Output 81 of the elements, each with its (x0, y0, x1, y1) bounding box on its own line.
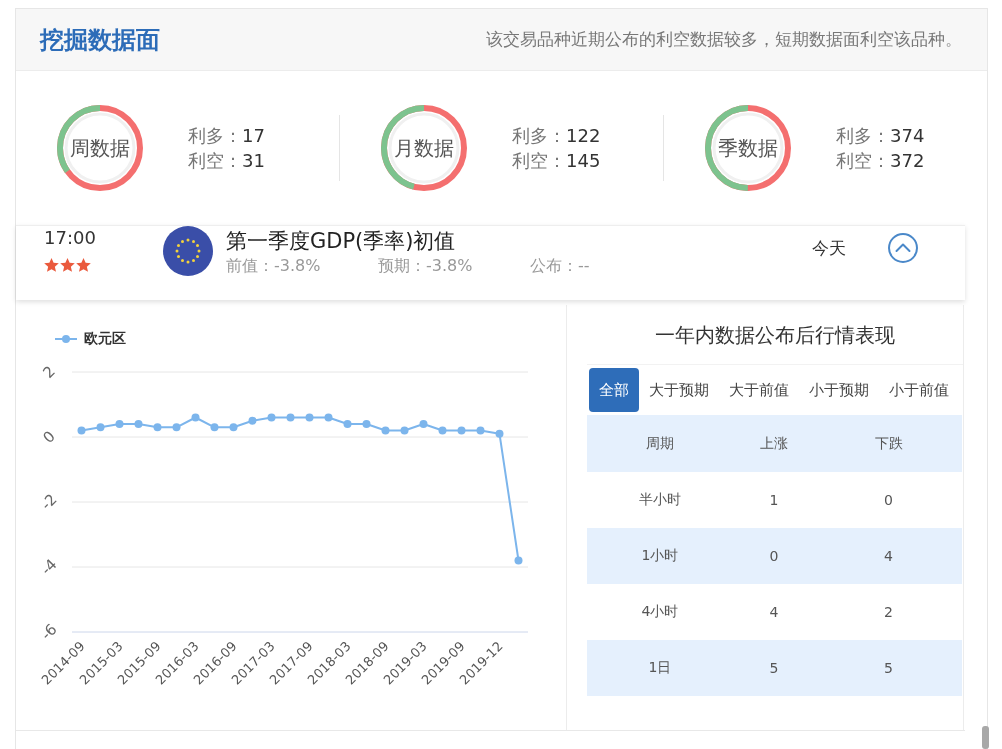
data-point (172, 423, 181, 432)
table-cell: 4 (884, 548, 893, 564)
data-point (267, 413, 276, 422)
data-point (400, 426, 409, 435)
table-cell: 0 (884, 492, 893, 508)
y-axis-label: -2 (37, 490, 61, 514)
data-point (229, 423, 238, 432)
stat-value: 374 (890, 125, 925, 146)
data-point (115, 420, 124, 428)
y-axis-label: 2 (39, 362, 59, 382)
stat-label: 利空： (512, 150, 566, 171)
data-point (343, 420, 352, 428)
column-header: 下跌 (874, 434, 903, 453)
event-detail: 前值：-3.8% (226, 256, 322, 276)
filter-tab[interactable]: 大于前值 (719, 368, 799, 412)
table-cell: 5 (884, 660, 893, 676)
donut-label: 季数据 (718, 134, 778, 162)
chevron-up-icon[interactable] (888, 233, 918, 263)
event-time: 17:00 (44, 227, 97, 249)
filter-tab[interactable]: 小于预期 (799, 368, 879, 412)
filter-tab[interactable]: 大于预期 (639, 368, 719, 412)
y-axis-label: -6 (37, 620, 61, 644)
data-point (286, 413, 295, 422)
stat-value: 17 (242, 125, 265, 146)
table-cell: 4小时 (641, 603, 679, 621)
table-cell: 5 (769, 660, 779, 676)
event-title: 第一季度GDP(季率)初值 (226, 228, 457, 255)
panel-title: 一年内数据公布后行情表现 (654, 322, 896, 349)
stat-value: 122 (566, 125, 601, 146)
data-point (362, 420, 371, 428)
table-cell: 4 (769, 604, 779, 620)
data-point (324, 413, 333, 422)
star-icon (44, 258, 59, 272)
section-title: 挖掘数据面 (40, 24, 160, 56)
legend-label: 欧元区 (84, 330, 126, 348)
data-point (210, 423, 219, 432)
data-point (457, 426, 466, 435)
data-point (248, 416, 257, 425)
column-header: 周期 (646, 434, 674, 453)
scrollbar-thumb[interactable] (982, 726, 989, 749)
y-axis-label: 0 (39, 427, 59, 447)
eu-flag-icon (163, 226, 213, 276)
data-point (77, 426, 86, 435)
event-day: 今天 (812, 237, 846, 260)
stat-label: 利空： (188, 150, 242, 171)
summary-text: 该交易品种近期公布的利空数据较多，短期数据面利空该品种。 (486, 28, 962, 51)
y-axis-label: -4 (37, 555, 61, 579)
data-point (419, 420, 428, 428)
legend-marker-icon (55, 334, 77, 344)
data-point (134, 420, 143, 428)
data-point (96, 423, 105, 432)
data-point (305, 413, 314, 422)
table-cell: 1 (769, 492, 779, 508)
data-point (514, 556, 523, 565)
data-point (191, 413, 200, 422)
data-point (381, 426, 390, 435)
event-detail: 公布：-- (530, 256, 591, 276)
stat-value: 31 (242, 150, 265, 171)
data-point (153, 423, 162, 432)
data-point (438, 426, 447, 435)
stat-label: 利多： (188, 125, 242, 146)
stat-label: 利空： (836, 150, 890, 171)
filter-tab[interactable]: 小于前值 (879, 368, 959, 412)
stat-value: 372 (890, 150, 925, 171)
column-header: 上涨 (760, 434, 788, 453)
star-icon (60, 258, 75, 272)
filter-tab[interactable]: 全部 (589, 368, 639, 412)
table-cell: 2 (884, 604, 893, 620)
table-cell: 1日 (648, 659, 672, 677)
stat-value: 145 (566, 150, 601, 171)
data-point (476, 426, 485, 435)
donut-label: 月数据 (394, 134, 454, 162)
data-point (495, 429, 504, 438)
star-icon (76, 258, 91, 272)
event-detail: 预期：-3.8% (378, 256, 474, 276)
donut-label: 周数据 (70, 134, 130, 162)
table-cell: 0 (769, 548, 779, 564)
stat-label: 利多： (512, 125, 566, 146)
table-cell: 半小时 (639, 491, 681, 509)
stat-label: 利多： (836, 125, 890, 146)
table-cell: 1小时 (641, 547, 679, 565)
